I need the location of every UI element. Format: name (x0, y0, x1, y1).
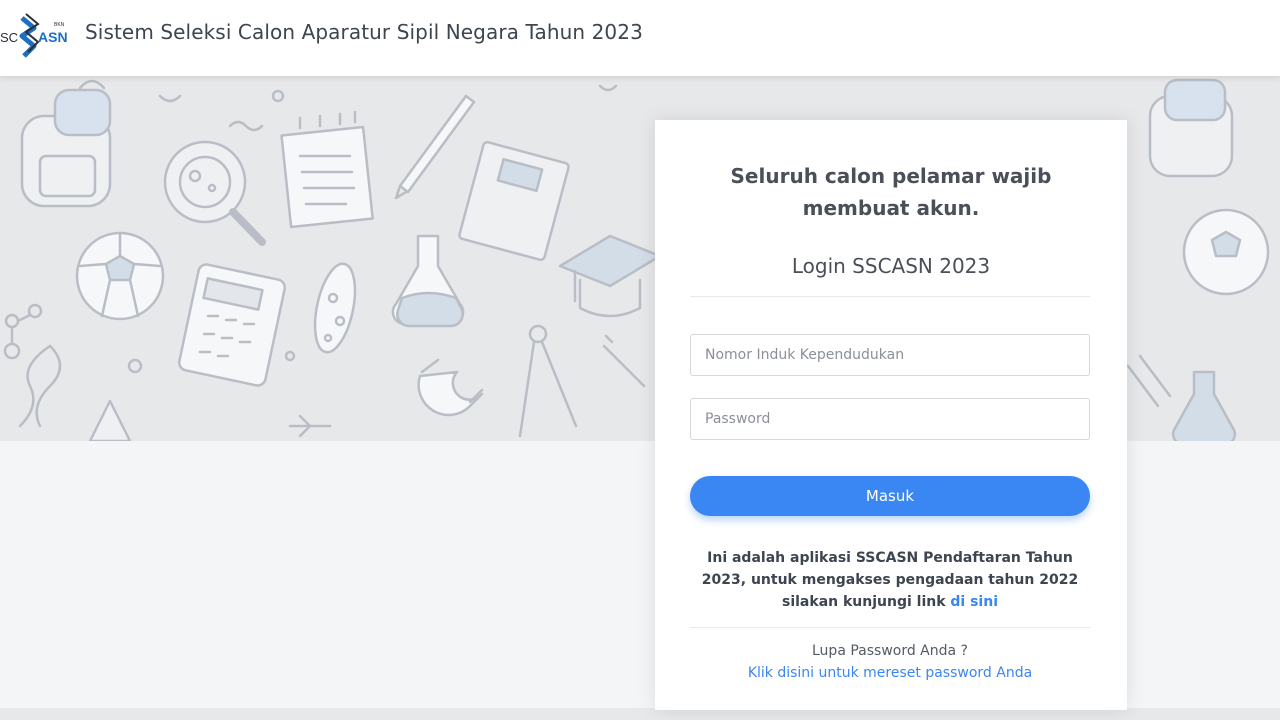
login-button[interactable]: Masuk (690, 476, 1090, 516)
graduation-cap-icon (558, 234, 662, 318)
login-title: Login SSCASN 2023 (791, 254, 991, 278)
svg-text:ASN: ASN (38, 29, 68, 45)
ball-icon-right (1182, 208, 1270, 296)
flask-icon (391, 234, 465, 328)
link-2022[interactable]: di sini (950, 594, 998, 610)
backpack-icon (20, 79, 112, 208)
forgot-password-text: Lupa Password Anda ? (812, 643, 968, 659)
reset-password-link[interactable]: Klik disini untuk mereset password Anda (690, 665, 1090, 681)
login-card: Seluruh calon pelamar wajib membuat akun… (655, 120, 1127, 710)
info-divider (690, 627, 1090, 628)
title-divider (690, 296, 1090, 297)
nik-input[interactable] (690, 334, 1090, 376)
pen-icon (394, 94, 476, 200)
info-text: Ini adalah aplikasi SSCASN Pendaftaran T… (690, 547, 1090, 613)
book-icon (458, 140, 570, 262)
calculator-icon (177, 263, 287, 387)
password-input[interactable] (690, 398, 1090, 440)
app-title: Sistem Seleksi Calon Aparatur Sipil Nega… (85, 20, 643, 44)
dna-icon (18, 344, 62, 428)
magnet-icon (417, 358, 484, 417)
seed-icon (313, 262, 357, 354)
compass-icon (518, 324, 578, 438)
magnifier-icon (163, 140, 266, 246)
flask-icon-2 (88, 399, 132, 441)
svg-text:BKN: BKN (54, 22, 65, 28)
pencil-icon-right (1126, 354, 1172, 408)
backpack-icon-right (1148, 78, 1234, 178)
svg-text:SC: SC (0, 30, 18, 45)
flask-icon-right (1171, 370, 1237, 441)
info-text-body: Ini adalah aplikasi SSCASN Pendaftaran T… (701, 550, 1079, 610)
top-header: SC ASN BKN Sistem Seleksi Calon Aparatur… (0, 0, 1280, 76)
ball-icon (75, 231, 165, 321)
sscasn-logo[interactable]: SC ASN BKN (0, 12, 76, 58)
account-notice: Seluruh calon pelamar wajib membuat akun… (730, 164, 1052, 220)
notepad-icon (280, 110, 374, 229)
molecule-icon (3, 303, 43, 360)
